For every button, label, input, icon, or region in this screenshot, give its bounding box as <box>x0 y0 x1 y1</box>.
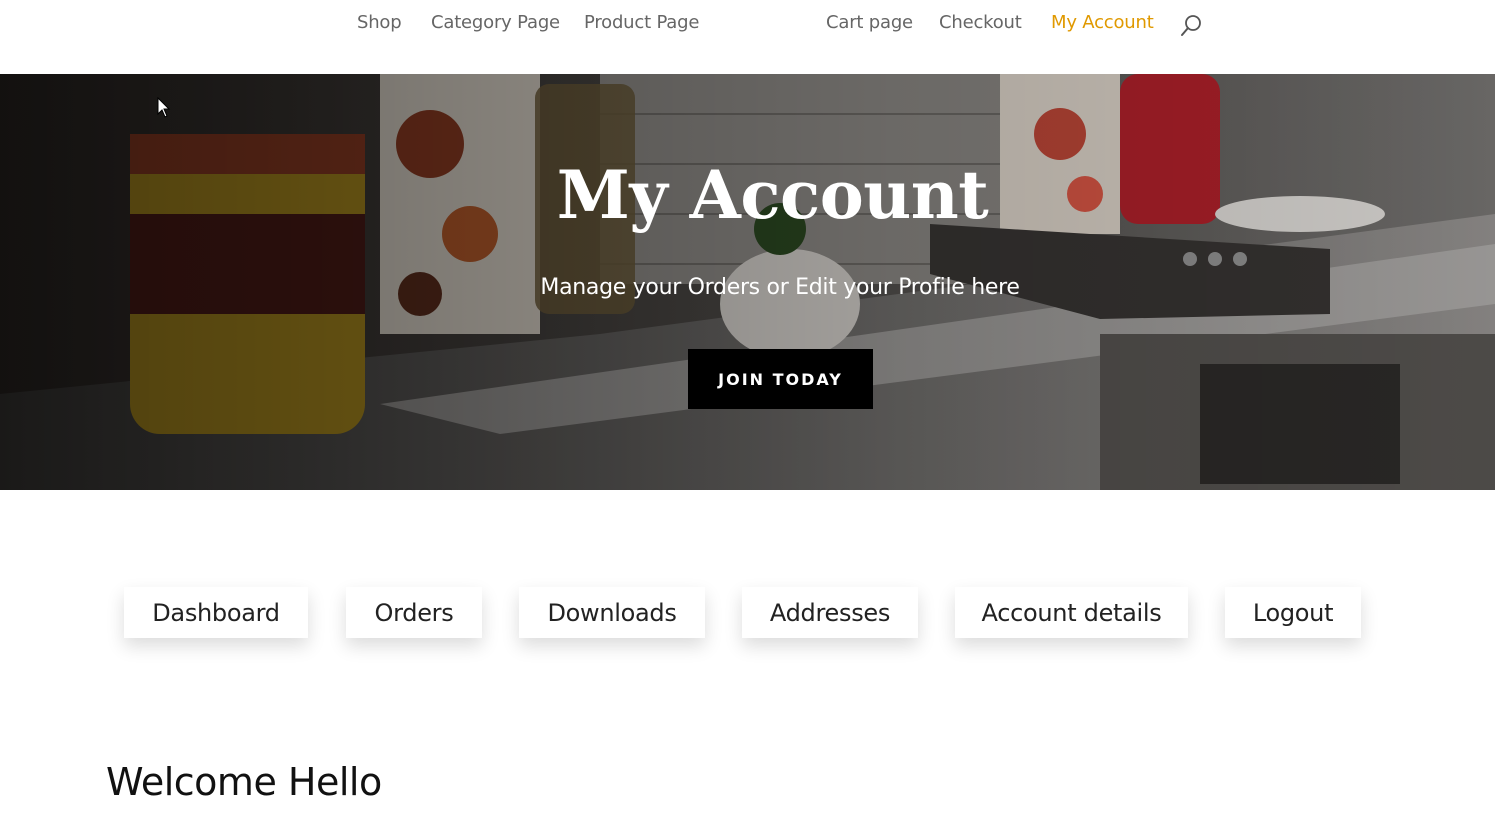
nav-category-page[interactable]: Category Page <box>431 12 560 33</box>
top-navigation: Shop Category Page Product Page Cart pag… <box>0 0 1495 74</box>
tab-orders[interactable]: Orders <box>346 587 482 638</box>
mouse-cursor-icon <box>157 97 171 118</box>
join-today-button[interactable]: JOIN TODAY <box>688 349 873 409</box>
hero-banner: My Account Manage your Orders or Edit yo… <box>0 74 1495 490</box>
tab-downloads[interactable]: Downloads <box>519 587 705 638</box>
nav-my-account[interactable]: My Account <box>1051 12 1154 33</box>
tab-account-details[interactable]: Account details <box>955 587 1188 638</box>
tab-addresses[interactable]: Addresses <box>742 587 918 638</box>
nav-product-page[interactable]: Product Page <box>584 12 699 33</box>
hero-subtitle: Manage your Orders or Edit your Profile … <box>540 275 1020 300</box>
search-icon[interactable] <box>1180 14 1206 40</box>
welcome-heading: Welcome Hello <box>106 760 382 804</box>
hero-title: My Account <box>556 156 989 234</box>
nav-shop[interactable]: Shop <box>357 12 402 33</box>
tab-dashboard[interactable]: Dashboard <box>124 587 308 638</box>
nav-checkout[interactable]: Checkout <box>939 12 1022 33</box>
nav-cart-page[interactable]: Cart page <box>826 12 913 33</box>
tab-logout[interactable]: Logout <box>1225 587 1361 638</box>
